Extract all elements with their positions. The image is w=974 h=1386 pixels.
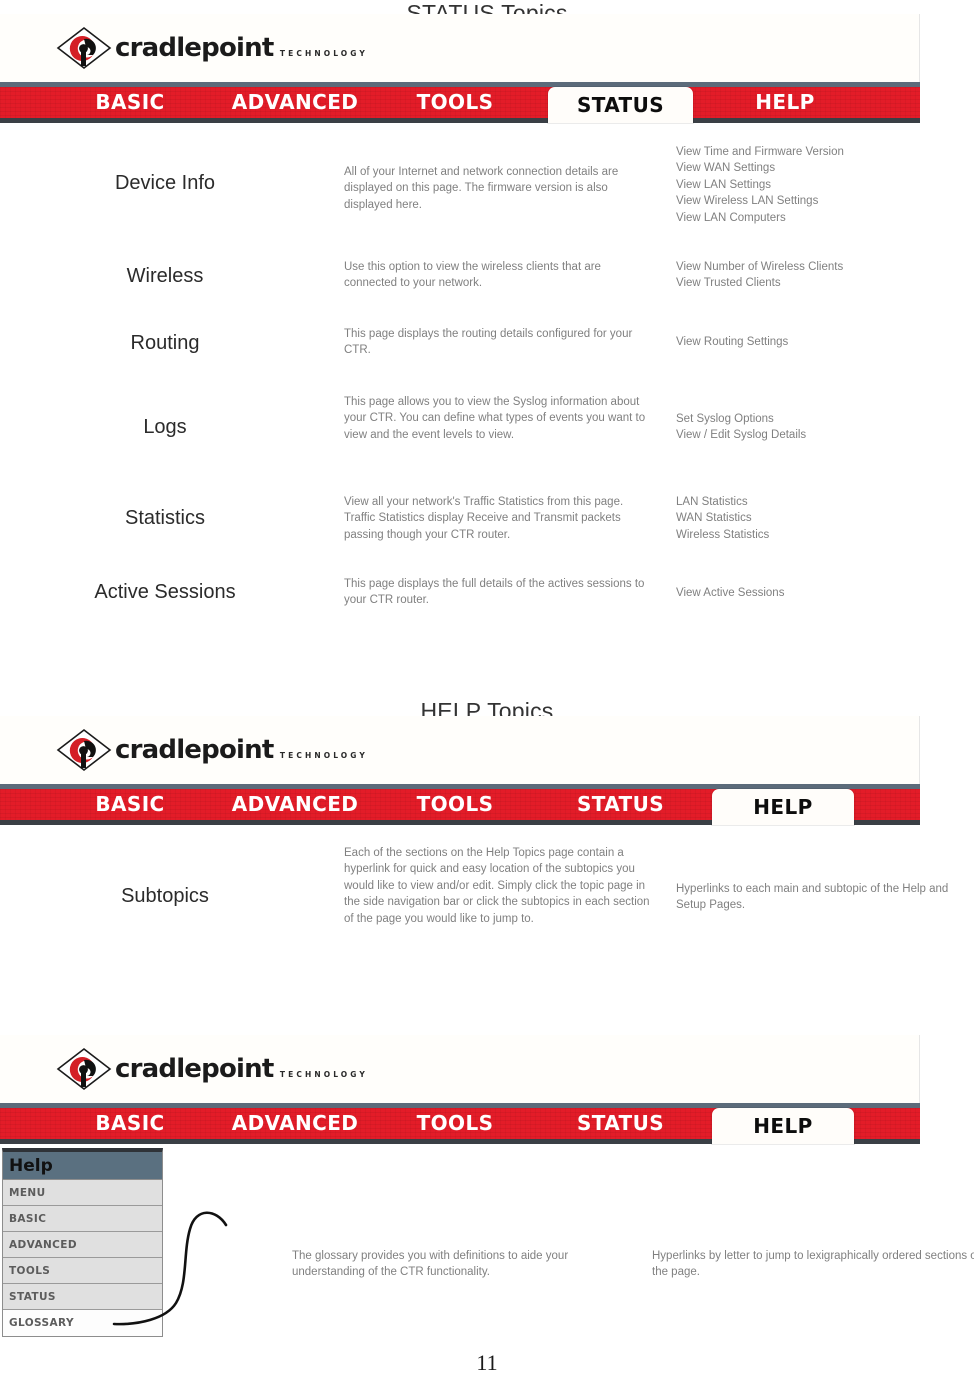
cradlepoint-diamond-logo-icon xyxy=(55,1047,113,1091)
nav-item-help[interactable]: HELP xyxy=(712,1108,854,1144)
topic-description: The glossary provides you with definitio… xyxy=(292,1250,569,1279)
topic-description: Use this option to view the wireless cli… xyxy=(344,261,601,290)
logo-band: cradlepoint TECHNOLOGY xyxy=(0,716,920,784)
topic-description: All of your Internet and network connect… xyxy=(344,166,619,211)
router-ui-help: cradlepoint TECHNOLOGY BASIC ADVANCED TO… xyxy=(0,716,920,825)
topic-description: Each of the sections on the Help Topics … xyxy=(344,847,650,925)
topic-link[interactable]: View LAN Computers xyxy=(676,210,974,226)
topic-link[interactable]: LAN Statistics xyxy=(676,494,974,510)
nav-item-tools[interactable]: TOOLS xyxy=(400,87,510,118)
topic-link[interactable]: Hyperlinks by letter to jump to lexigrap… xyxy=(652,1248,974,1281)
brand-wordmark: cradlepoint TECHNOLOGY xyxy=(115,737,368,763)
brand-tagline: TECHNOLOGY xyxy=(279,1070,368,1079)
topic-links: Set Syslog Options View / Edit Syslog De… xyxy=(676,411,974,444)
topic-link[interactable]: View Time and Firmware Version xyxy=(676,144,974,160)
brand-logo: cradlepoint TECHNOLOGY xyxy=(55,1047,368,1091)
side-navigation: Help MENU BASIC ADVANCED TOOLS STATUS GL… xyxy=(2,1148,163,1337)
brand-tagline: TECHNOLOGY xyxy=(279,751,368,760)
brand-tagline: TECHNOLOGY xyxy=(279,49,368,58)
topic-description: This page displays the full details of t… xyxy=(344,578,645,607)
topic-description: This page displays the routing details c… xyxy=(344,328,633,357)
topic-link[interactable]: View Active Sessions xyxy=(676,585,974,601)
topic-links: View Routing Settings xyxy=(676,334,974,350)
cradlepoint-diamond-logo-icon xyxy=(55,728,113,772)
sidebar-item-status[interactable]: STATUS xyxy=(3,1284,162,1310)
nav-item-tools[interactable]: TOOLS xyxy=(400,789,510,820)
nav-item-help[interactable]: HELP xyxy=(712,789,854,825)
topic-link[interactable]: View WAN Settings xyxy=(676,160,974,176)
sidebar-item-advanced[interactable]: ADVANCED xyxy=(3,1232,162,1258)
nav-item-status[interactable]: STATUS xyxy=(548,789,693,820)
topic-links: LAN Statistics WAN Statistics Wireless S… xyxy=(676,494,974,543)
nav-item-advanced[interactable]: ADVANCED xyxy=(225,87,365,118)
brand-wordmark: cradlepoint TECHNOLOGY xyxy=(115,35,368,61)
topic-link[interactable]: View LAN Settings xyxy=(676,177,974,193)
nav-item-advanced[interactable]: ADVANCED xyxy=(225,789,365,820)
topic-link[interactable]: WAN Statistics xyxy=(676,510,974,526)
logo-band: cradlepoint TECHNOLOGY xyxy=(0,1035,920,1103)
nav-item-status[interactable]: STATUS xyxy=(548,1108,693,1139)
nav-item-basic[interactable]: BASIC xyxy=(75,87,185,118)
nav-item-status[interactable]: STATUS xyxy=(548,87,693,123)
nav-item-basic[interactable]: BASIC xyxy=(75,789,185,820)
topic-link[interactable]: View Wireless LAN Settings xyxy=(676,193,974,209)
brand-name: cradlepoint xyxy=(115,735,274,765)
router-ui-status: cradlepoint TECHNOLOGY BASIC ADVANCED TO… xyxy=(0,14,920,123)
topic-description: View all your network's Traffic Statisti… xyxy=(344,496,624,541)
brand-logo: cradlepoint TECHNOLOGY xyxy=(55,26,368,70)
topic-label: Wireless xyxy=(126,265,204,287)
brand-wordmark: cradlepoint TECHNOLOGY xyxy=(115,1056,368,1082)
nav-item-tools[interactable]: TOOLS xyxy=(400,1108,510,1139)
topic-links: Hyperlinks to each main and subtopic of … xyxy=(676,881,974,914)
nav-item-advanced[interactable]: ADVANCED xyxy=(225,1108,365,1139)
main-navigation-glossary: BASIC ADVANCED TOOLS STATUS HELP xyxy=(0,1103,920,1144)
topic-links: Hyperlinks by letter to jump to lexigrap… xyxy=(652,1248,974,1281)
brand-name: cradlepoint xyxy=(115,33,274,63)
topic-link[interactable]: View Routing Settings xyxy=(676,334,974,350)
topic-links: View Active Sessions xyxy=(676,585,974,601)
sidebar-item-tools[interactable]: TOOLS xyxy=(3,1258,162,1284)
side-navigation-title: Help xyxy=(3,1152,162,1180)
topic-link[interactable]: View Trusted Clients xyxy=(676,275,974,291)
cradlepoint-diamond-logo-icon xyxy=(55,26,113,70)
nav-item-basic[interactable]: BASIC xyxy=(75,1108,185,1139)
brand-name: cradlepoint xyxy=(115,1054,274,1084)
topic-links: View Time and Firmware Version View WAN … xyxy=(676,144,974,226)
sidebar-item-glossary[interactable]: GLOSSARY xyxy=(3,1310,162,1336)
topic-label: Subtopics xyxy=(121,885,209,907)
topic-link[interactable]: Set Syslog Options xyxy=(676,411,974,427)
main-navigation-help: BASIC ADVANCED TOOLS STATUS HELP xyxy=(0,784,920,825)
nav-item-help[interactable]: HELP xyxy=(730,87,840,118)
topic-link[interactable]: Hyperlinks to each main and subtopic of … xyxy=(676,881,974,914)
topic-description: This page allows you to view the Syslog … xyxy=(344,396,646,441)
topic-link[interactable]: Wireless Statistics xyxy=(676,527,974,543)
topic-label: Device Info xyxy=(114,172,216,194)
router-ui-glossary: cradlepoint TECHNOLOGY BASIC ADVANCED TO… xyxy=(0,1035,920,1144)
page-number: 11 xyxy=(476,1350,498,1375)
sidebar-item-basic[interactable]: BASIC xyxy=(3,1206,162,1232)
topic-label: Statistics xyxy=(124,507,206,529)
topic-links: View Number of Wireless Clients View Tru… xyxy=(676,259,974,292)
topic-label: Routing xyxy=(130,332,200,354)
topic-link[interactable]: View / Edit Syslog Details xyxy=(676,427,974,443)
topic-link[interactable]: View Number of Wireless Clients xyxy=(676,259,974,275)
logo-band: cradlepoint TECHNOLOGY xyxy=(0,14,920,82)
document-page: STATUS Topics cradlepoint TECHNOLOGY BAS… xyxy=(0,0,974,1386)
topic-label: Logs xyxy=(143,416,187,438)
main-navigation-status: BASIC ADVANCED TOOLS STATUS HELP xyxy=(0,82,920,123)
topic-label: Active Sessions xyxy=(94,581,236,603)
sidebar-item-menu[interactable]: MENU xyxy=(3,1180,162,1206)
brand-logo: cradlepoint TECHNOLOGY xyxy=(55,728,368,772)
